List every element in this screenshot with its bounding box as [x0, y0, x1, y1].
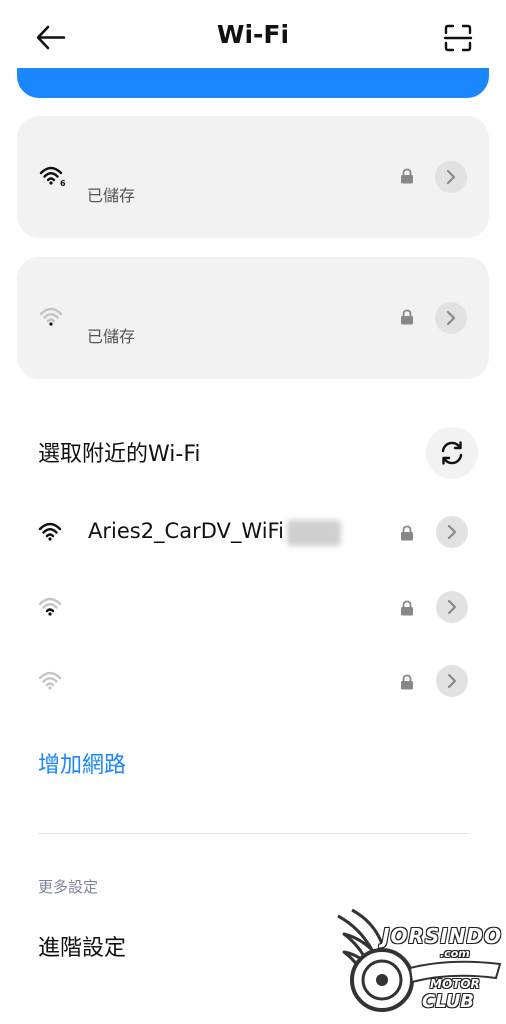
wifi-weak-icon [39, 307, 63, 326]
wing-emblem-icon [337, 908, 502, 1012]
saved-network-card[interactable]: 6 已儲存 [17, 116, 489, 238]
watermark-text: .com [440, 947, 470, 960]
advanced-settings-item[interactable]: 進階設定 [38, 930, 126, 962]
watermark-text: CLUB [422, 991, 475, 1012]
header: Wi-Fi [0, 0, 506, 76]
page-title: Wi-Fi [216, 20, 290, 49]
chevron-right-icon [447, 599, 457, 615]
add-network-link[interactable]: 增加網路 [38, 747, 126, 779]
network-details-button[interactable] [436, 591, 468, 623]
refresh-icon [441, 441, 463, 465]
saved-network-card[interactable]: 已儲存 [17, 257, 489, 379]
connected-network-card[interactable] [17, 68, 489, 98]
lock-icon [401, 309, 413, 325]
watermark-text: JORSINDO [382, 924, 503, 948]
wifi-medium-icon [38, 597, 62, 616]
scan-qr-button[interactable] [438, 18, 478, 58]
lock-icon [401, 168, 413, 184]
network-status: 已儲存 [87, 327, 136, 346]
wifi-weak-icon [38, 671, 62, 690]
more-settings-label: 更多設定 [38, 878, 99, 896]
divider [38, 833, 469, 834]
network-status: 已儲存 [87, 186, 136, 205]
chevron-right-icon [446, 169, 456, 185]
nearby-wifi-heading: 選取附近的Wi-Fi [38, 442, 201, 467]
wifi-settings-screen: Wi-Fi 6 已儲存 已儲存 選取附近的Wi-Fi Aries2_CarDV_… [0, 0, 506, 1024]
chevron-right-icon [447, 673, 457, 689]
chevron-right-icon [447, 524, 457, 540]
network-ssid: Aries2_CarDV_WiFi [88, 519, 284, 543]
wifi-network-row[interactable] [0, 577, 506, 641]
refresh-button[interactable] [426, 427, 478, 479]
qr-scan-icon [443, 24, 473, 52]
network-details-button[interactable] [436, 665, 468, 697]
lock-icon [401, 674, 413, 690]
svg-text:6: 6 [60, 179, 66, 188]
wifi-network-row[interactable] [0, 651, 506, 715]
blurred-text [287, 520, 341, 546]
wifi-6-strong-icon: 6 [39, 166, 66, 188]
watermark-logo: JORSINDO .com MOTOR CLUB [330, 898, 506, 1024]
wifi-strong-icon [38, 522, 62, 541]
network-details-button[interactable] [435, 161, 467, 193]
watermark-text: MOTOR [430, 977, 480, 991]
lock-icon [401, 525, 413, 541]
chevron-right-icon [446, 310, 456, 326]
lock-icon [401, 600, 413, 616]
network-details-button[interactable] [435, 302, 467, 334]
wifi-network-row[interactable]: Aries2_CarDV_WiFi [0, 502, 506, 566]
network-details-button[interactable] [436, 516, 468, 548]
